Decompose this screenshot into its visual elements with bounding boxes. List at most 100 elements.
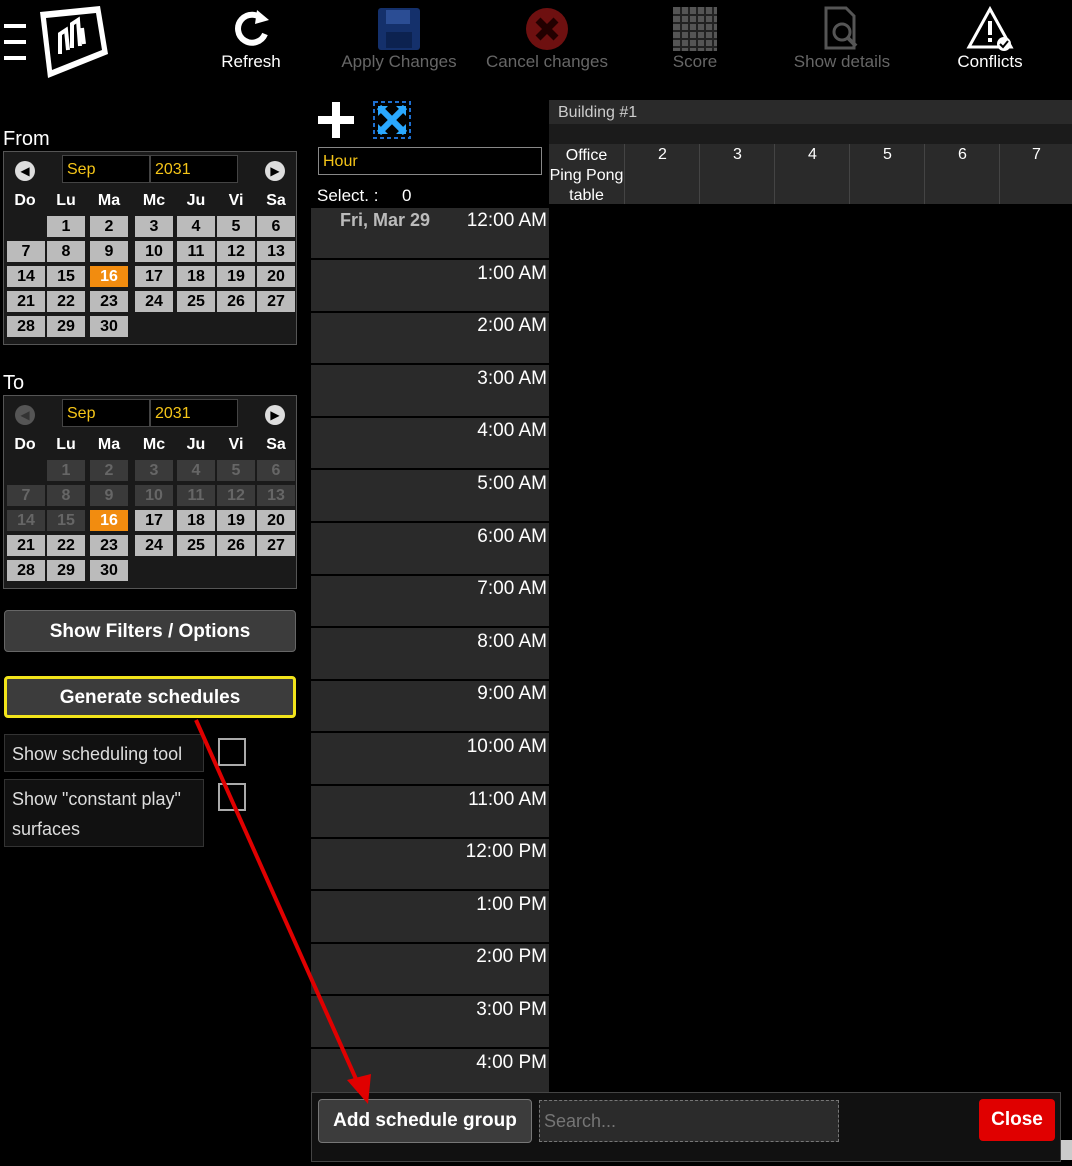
generate-schedules-button[interactable]: Generate schedules — [4, 676, 296, 718]
calendar-day[interactable]: 14 — [7, 510, 45, 531]
prev-month-icon[interactable]: ◀ — [15, 405, 35, 425]
cancel-changes-label: Cancel changes — [486, 52, 608, 71]
calendar-day[interactable]: 20 — [257, 266, 295, 287]
calendar-day[interactable]: 18 — [177, 266, 215, 287]
calendar-day[interactable]: 13 — [257, 485, 295, 506]
fullscreen-icon[interactable] — [373, 101, 411, 139]
resource-column[interactable]: 2 — [624, 144, 700, 206]
calendar-day[interactable]: 23 — [90, 291, 128, 312]
from-year-field[interactable]: 2031 — [150, 155, 238, 183]
conflicts-button[interactable]: Conflicts — [915, 0, 1065, 80]
calendar-day[interactable]: 13 — [257, 241, 295, 262]
calendar-day[interactable]: 10 — [135, 241, 173, 262]
warning-icon — [966, 5, 1014, 57]
apply-changes-button[interactable]: Apply Changes — [324, 0, 474, 80]
calendar-day[interactable]: 25 — [177, 291, 215, 312]
calendar-day[interactable]: 19 — [217, 510, 255, 531]
calendar-day[interactable]: 8 — [47, 241, 85, 262]
calendar-day[interactable]: 21 — [7, 291, 45, 312]
calendar-day[interactable]: 2 — [90, 216, 128, 237]
refresh-button[interactable]: Refresh — [176, 0, 326, 80]
add-icon[interactable] — [318, 102, 354, 138]
next-month-icon[interactable]: ▶ — [265, 405, 285, 425]
calendar-day[interactable]: 26 — [217, 291, 255, 312]
schedule-grid[interactable] — [549, 204, 1072, 1092]
add-schedule-group-button[interactable]: Add schedule group — [318, 1099, 532, 1143]
calendar-day[interactable]: 26 — [217, 535, 255, 556]
calendar-day[interactable]: 5 — [217, 460, 255, 481]
calendar-day[interactable]: 24 — [135, 291, 173, 312]
calendar-day[interactable]: 2 — [90, 460, 128, 481]
calendar-day[interactable]: 30 — [90, 560, 128, 581]
time-slot: 10:00 AM — [311, 734, 549, 786]
resource-column[interactable]: 6 — [924, 144, 1000, 206]
calendar-day[interactable]: 29 — [47, 316, 85, 337]
weekday: Ma — [97, 192, 121, 209]
calendar-day[interactable]: 1 — [47, 216, 85, 237]
constant-play-checkbox[interactable] — [218, 783, 246, 811]
calendar-day[interactable]: 28 — [7, 316, 45, 337]
calendar-day[interactable]: 12 — [217, 485, 255, 506]
cancel-changes-button[interactable]: Cancel changes — [472, 0, 622, 80]
resource-column[interactable]: 3 — [699, 144, 775, 206]
calendar-day[interactable]: 8 — [47, 485, 85, 506]
menu-icon[interactable] — [4, 18, 26, 64]
resize-handle-icon[interactable] — [1061, 1140, 1072, 1160]
calendar-day[interactable]: 7 — [7, 485, 45, 506]
calendar-day[interactable]: 30 — [90, 316, 128, 337]
resource-column[interactable]: 7 — [999, 144, 1072, 206]
calendar-day[interactable]: 3 — [135, 460, 173, 481]
scheduling-tool-checkbox[interactable] — [218, 738, 246, 766]
show-filters-button[interactable]: Show Filters / Options — [4, 610, 296, 652]
score-button[interactable]: Score — [620, 0, 770, 80]
calendar-day[interactable]: 9 — [90, 241, 128, 262]
next-month-icon[interactable]: ▶ — [265, 161, 285, 181]
close-button[interactable]: Close — [979, 1099, 1055, 1141]
calendar-day[interactable]: 23 — [90, 535, 128, 556]
calendar-day[interactable]: 20 — [257, 510, 295, 531]
show-details-button[interactable]: Show details — [767, 0, 917, 80]
calendar-day[interactable]: 11 — [177, 241, 215, 262]
calendar-day[interactable]: 10 — [135, 485, 173, 506]
calendar-day[interactable]: 7 — [7, 241, 45, 262]
calendar-day[interactable]: 4 — [177, 216, 215, 237]
calendar-day[interactable]: 29 — [47, 560, 85, 581]
calendar-day[interactable]: 22 — [47, 535, 85, 556]
calendar-day[interactable]: 28 — [7, 560, 45, 581]
app-logo — [30, 4, 112, 82]
resource-column[interactable]: 5 — [849, 144, 925, 206]
calendar-day[interactable]: 16 — [90, 266, 128, 287]
calendar-day[interactable]: 24 — [135, 535, 173, 556]
calendar-day[interactable]: 21 — [7, 535, 45, 556]
granularity-select[interactable]: Hour — [318, 147, 542, 175]
calendar-day[interactable]: 15 — [47, 266, 85, 287]
calendar-day[interactable]: 3 — [135, 216, 173, 237]
calendar-day[interactable]: 27 — [257, 535, 295, 556]
calendar-day[interactable]: 11 — [177, 485, 215, 506]
calendar-day[interactable]: 12 — [217, 241, 255, 262]
search-input[interactable] — [539, 1100, 839, 1142]
prev-month-icon[interactable]: ◀ — [15, 161, 35, 181]
calendar-day[interactable]: 17 — [135, 510, 173, 531]
calendar-day[interactable]: 5 — [217, 216, 255, 237]
calendar-day[interactable]: 16 — [90, 510, 128, 531]
calendar-day[interactable]: 1 — [47, 460, 85, 481]
weekday: Lu — [56, 436, 76, 453]
to-month-field[interactable]: Sep — [62, 399, 150, 427]
calendar-day[interactable]: 17 — [135, 266, 173, 287]
calendar-day[interactable]: 18 — [177, 510, 215, 531]
calendar-day[interactable]: 27 — [257, 291, 295, 312]
calendar-day[interactable]: 25 — [177, 535, 215, 556]
calendar-day[interactable]: 6 — [257, 216, 295, 237]
calendar-day[interactable]: 19 — [217, 266, 255, 287]
calendar-day[interactable]: 4 — [177, 460, 215, 481]
from-month-field[interactable]: Sep — [62, 155, 150, 183]
resource-column[interactable]: Office Ping Pong table — [549, 144, 624, 204]
to-year-field[interactable]: 2031 — [150, 399, 238, 427]
calendar-day[interactable]: 9 — [90, 485, 128, 506]
calendar-day[interactable]: 15 — [47, 510, 85, 531]
calendar-day[interactable]: 6 — [257, 460, 295, 481]
resource-column[interactable]: 4 — [774, 144, 850, 206]
calendar-day[interactable]: 22 — [47, 291, 85, 312]
calendar-day[interactable]: 14 — [7, 266, 45, 287]
